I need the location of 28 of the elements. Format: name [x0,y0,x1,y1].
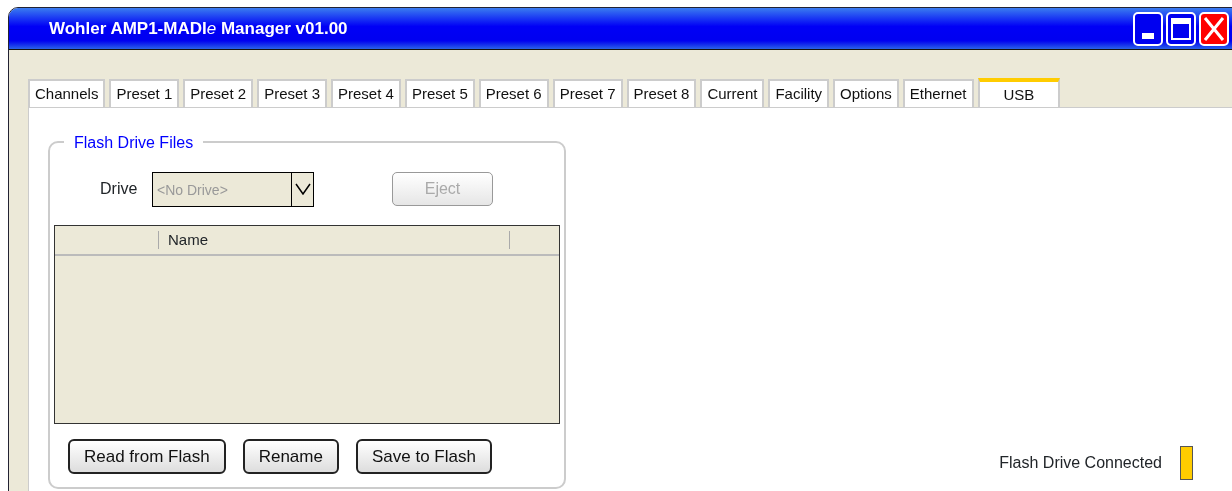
minimize-icon [1142,32,1154,39]
tab[interactable]: USB [977,78,1061,109]
tab[interactable]: Preset 7 [552,79,623,107]
tab[interactable]: Preset 3 [257,79,327,107]
tab[interactable]: Facility [768,79,830,107]
chevron-icon [294,183,311,195]
action-button[interactable]: Read from Flash [68,439,226,474]
action-button[interactable]: Save to Flash [355,439,492,474]
maximize-button[interactable] [1166,11,1196,46]
maximize-icon [1171,17,1191,40]
tab[interactable]: Options [833,79,899,107]
tab[interactable]: Current [700,79,765,107]
close-button[interactable] [1199,11,1229,46]
minimize-button[interactable] [1133,11,1163,46]
tab[interactable]: Channels [28,79,106,107]
tab[interactable]: Preset 5 [404,79,475,107]
window-title: Wohler AMP1-MADIe Manager v01.00 [49,17,348,40]
action-button[interactable]: Rename [242,439,339,474]
tab[interactable]: Preset 2 [183,79,254,107]
tab[interactable]: Ethernet [902,79,974,107]
tab[interactable]: Preset 8 [626,79,697,107]
column-header[interactable]: Name [159,228,509,252]
tab[interactable]: Preset 6 [478,79,549,107]
tab[interactable]: Preset 4 [331,79,401,107]
close-icon [1203,15,1225,42]
status-label: Flash Drive Connected [999,453,1162,473]
tab[interactable]: Preset 1 [109,79,180,107]
drive-label: Drive [100,179,139,199]
